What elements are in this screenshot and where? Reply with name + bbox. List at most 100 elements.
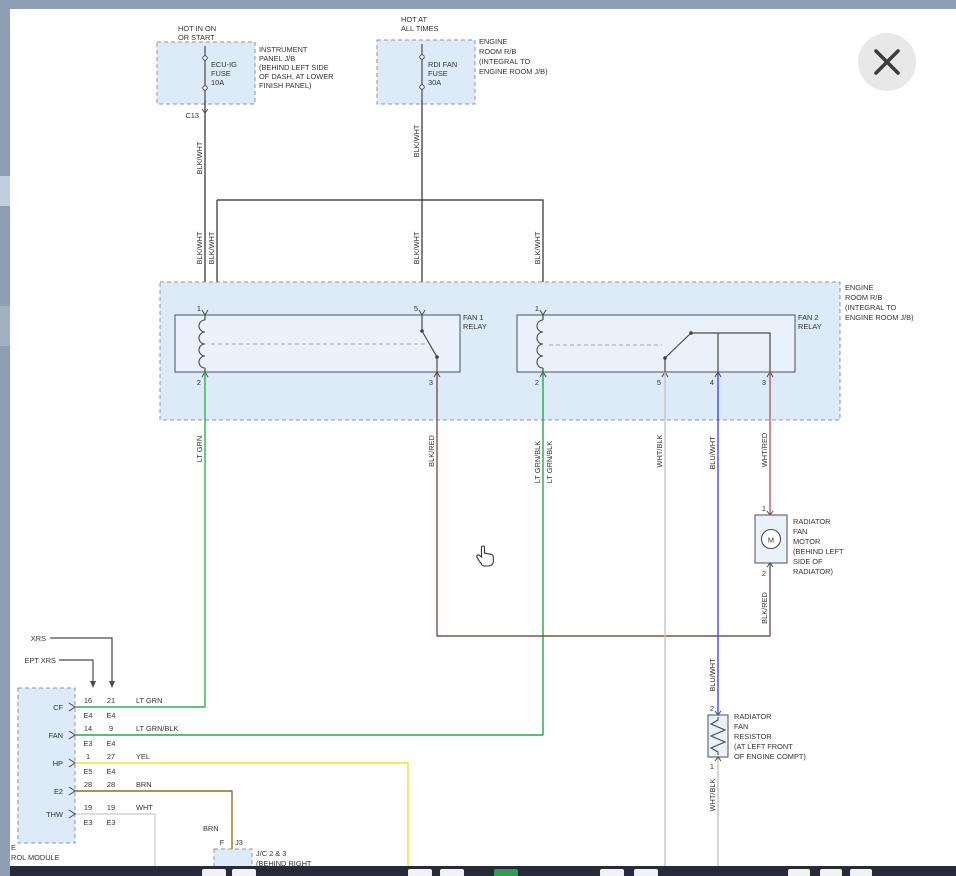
taskbar-icon[interactable] [408,869,432,876]
motor-caption: SIDE OF [793,557,823,566]
fuse-location: PANEL J/B [259,54,295,63]
pin-number: 1 [710,762,714,771]
ecm-pin: 1 [86,752,90,761]
fuse-location: ENGINE ROOM J/B) [479,67,548,76]
ecm-conn: E4 [106,739,115,748]
pin-number: 2 [762,569,766,578]
ecm-caption-fragment: ROL MODULE [11,853,60,862]
ecm-conn: E4 [106,767,115,776]
wire-label-brn: BRN [136,780,152,789]
wire-label-yel: YEL [136,752,150,761]
relay-name: RELAY [798,322,822,331]
fuse-location: INSTRUMENT [259,45,308,54]
taskbar-icon[interactable] [634,869,658,876]
fuse-location: ROOM R/B [479,47,516,56]
fuse-terminal [420,55,424,59]
fuse-location: FINISH PANEL) [259,81,311,90]
wire-label-ltgrn: LT GRN [195,436,204,462]
pin-number: 4 [710,378,714,387]
ecm-terminal: THW [46,810,63,819]
wire-label-whtblk: WHT/BLK [655,435,664,468]
ecm-pin: 16 [84,696,92,705]
fuse-location: (BEHIND LEFT SIDE [259,63,329,72]
page-scroll-area-2 [0,306,10,346]
wire-label-ltgrn: LT GRN [136,696,162,705]
page-scroll-area [0,176,10,206]
taskbar-icon[interactable] [600,869,624,876]
pin-number: 3 [762,378,766,387]
ecm-pin: 19 [84,803,92,812]
motor-caption: RADIATOR [793,517,831,526]
ecm-conn: E4 [83,711,92,720]
toolbar-background [10,866,956,876]
fuse-terminal [203,56,207,60]
relay-name: RELAY [463,322,487,331]
resistor-caption: OF ENGINE COMPT) [734,752,806,761]
engine-room-relay-box: ENGINE ROOM R/B (INTEGRAL TO ENGINE ROOM… [160,282,914,420]
pin-number: 2 [197,378,201,387]
motor-caption: MOTOR [793,537,820,546]
wire-label-blkwht: BLK/WHT [195,141,204,174]
taskbar-icon[interactable] [788,869,810,876]
fuse-box [157,42,255,104]
taskbar-icon[interactable] [820,869,842,876]
power-source-label: HOT IN ON [178,24,216,33]
wire-label-ltgrnblk: LT GRN/BLK [136,724,179,733]
pin-number: 2 [710,704,714,713]
wire-label-brn: BRN [203,824,219,833]
variant-label-ept-xrs: EPT XRS [25,656,57,665]
ecm-terminal: HP [53,759,63,768]
pin-number: 1 [535,304,539,313]
ecm-pin: 19 [107,803,115,812]
ecm-pin: 14 [84,724,92,733]
screenshot-root: HOT IN ON OR START ECU-IG FUSE 10A INSTR… [0,0,956,876]
relay-box-location: ROOM R/B [845,293,882,302]
connector-id: C13 [185,111,199,120]
ecm-pin: 28 [107,780,115,789]
motor-caption: RADIATOR) [793,567,833,576]
fuse-box [377,40,475,104]
ecm-pin: 27 [107,752,115,761]
ecm-pin: 28 [84,780,92,789]
power-source-label: OR START [178,33,215,42]
motor-letter: M [768,536,774,545]
ecm-conn: E5 [83,767,92,776]
power-source-label: ALL TIMES [401,24,438,33]
relay-box-location: ENGINE ROOM J/B) [845,313,914,322]
relay-box-location: (INTEGRAL TO [845,303,896,312]
relay-box-location: ENGINE [845,283,873,292]
taskbar-icon[interactable] [440,869,464,876]
pin-number: 3 [429,378,433,387]
ecm-terminal: E2 [54,787,63,796]
wire-label-blkwht: BLK/WHT [207,231,216,264]
close-button[interactable] [858,33,916,91]
wire-label-bluwht: BLU/WHT [708,436,717,470]
power-source-label: HOT AT [401,15,427,24]
fuse-name: RDI FAN [428,60,457,69]
fuse-location: OF DASH, AT LOWER [259,72,333,81]
wire-label-ltgrnblk: LT GRN/BLK [533,441,542,484]
taskbar-icon[interactable] [202,869,226,876]
motor-caption: FAN [793,527,807,536]
ecm-conn: E4 [106,711,115,720]
pin-number: 1 [762,504,766,513]
pin-number: 1 [197,304,201,313]
ecm-pin: 9 [109,724,113,733]
pin-number: 5 [657,378,661,387]
ecm-conn: E3 [106,818,115,827]
relay-name: FAN 2 [798,313,819,322]
jc-caption: J/C 2 & 3 [256,849,286,858]
resistor-caption: RESISTOR [734,732,772,741]
fuse-location: ENGINE [479,37,507,46]
fan2-relay-outline [517,315,795,372]
taskbar-icon[interactable] [232,869,256,876]
pin-number: 5 [414,304,418,313]
taskbar-icon[interactable] [494,869,518,876]
page-edge-left [0,0,10,876]
taskbar-icon[interactable] [850,869,872,876]
ecm-terminal: CF [53,703,63,712]
ecm-caption-fragment: E [11,843,16,852]
ecm-outline [18,688,75,843]
variant-label-xrs: XRS [31,634,46,643]
resistor-caption: RADIATOR [734,712,772,721]
